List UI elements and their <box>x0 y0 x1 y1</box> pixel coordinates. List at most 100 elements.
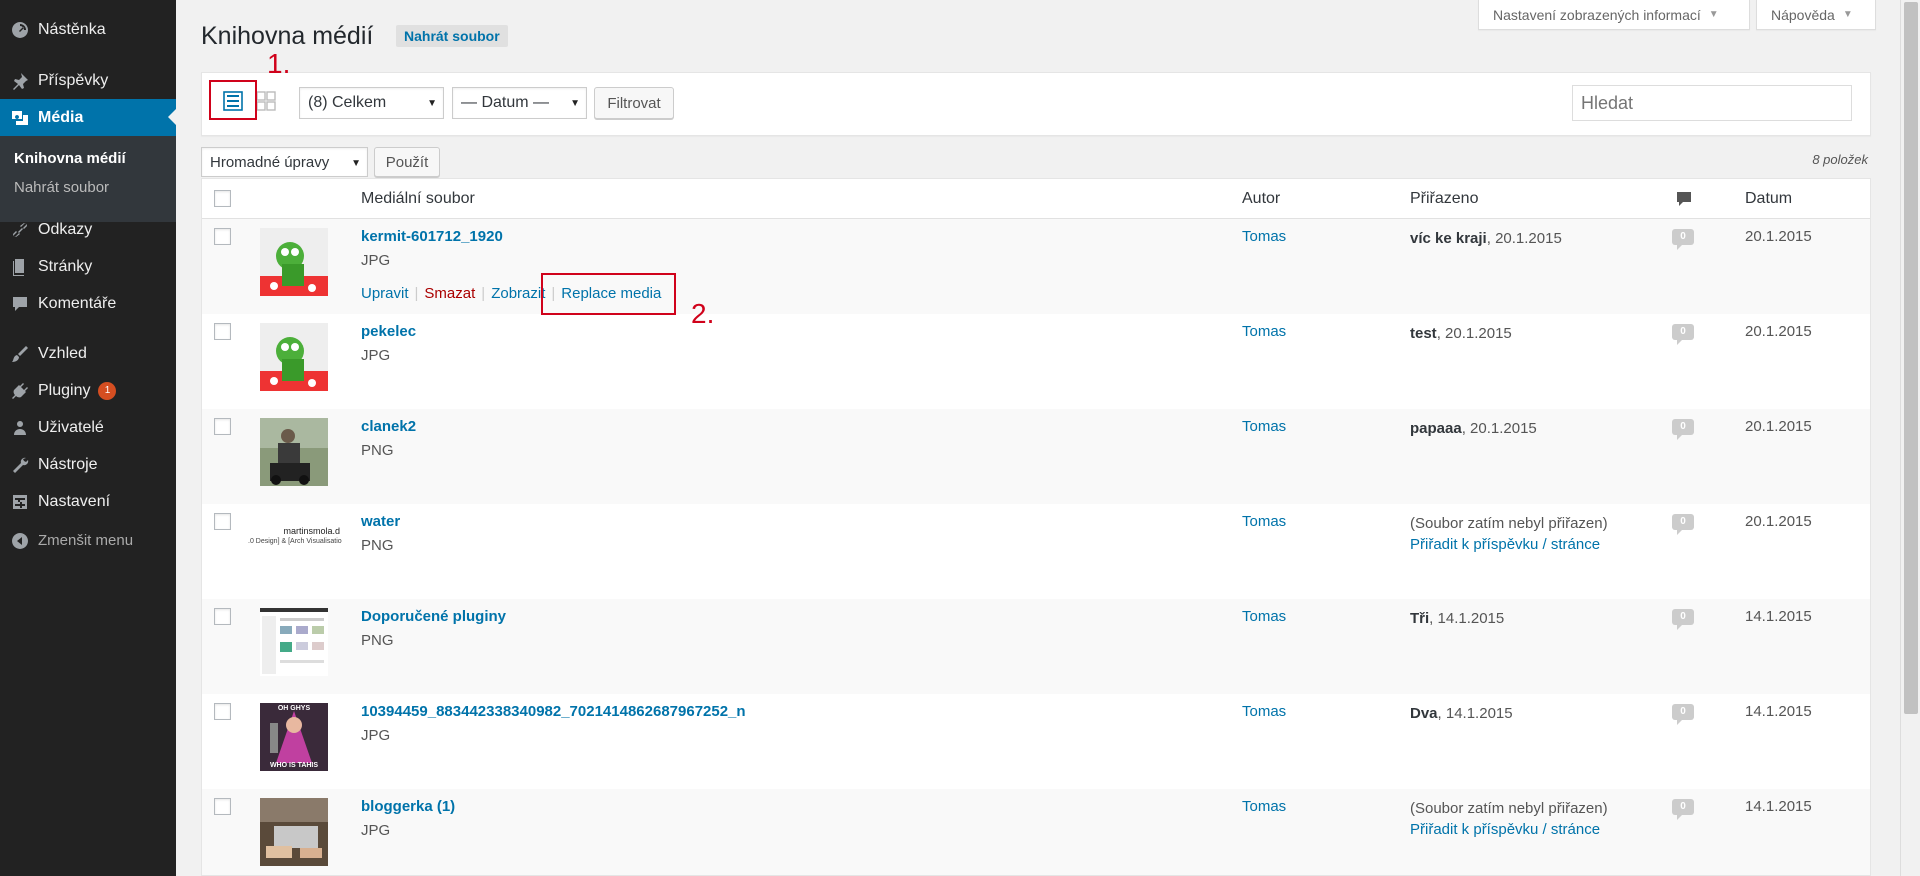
select-all-checkbox[interactable] <box>214 190 231 207</box>
annotation-box-replace-media <box>541 273 676 315</box>
media-type: JPG <box>361 727 391 744</box>
date-select[interactable]: — Datum — ▼ <box>452 87 587 119</box>
filter-button[interactable]: Filtrovat <box>594 87 674 119</box>
sidebar-item-label: Odkazy <box>38 220 93 238</box>
media-type-select[interactable]: (8) Celkem ▼ <box>299 87 444 119</box>
comment-count-badge[interactable]: 0 <box>1672 609 1694 630</box>
media-thumbnail[interactable] <box>260 798 328 866</box>
media-title-link[interactable]: pekelec <box>361 323 416 340</box>
sidebar-item-pages[interactable]: Stránky <box>0 248 176 285</box>
column-header-date[interactable]: Datum <box>1745 190 1792 208</box>
media-title-link[interactable]: 10394459_883442338340982_702141486268796… <box>361 703 746 720</box>
sidebar-item-links[interactable]: Odkazy <box>0 211 176 248</box>
screen-options-button[interactable]: Nastavení zobrazených informací ▼ <box>1478 0 1750 30</box>
media-title-link[interactable]: clanek2 <box>361 418 416 435</box>
attached-post-link[interactable]: Dva <box>1410 705 1438 722</box>
collapse-menu-button[interactable]: Zmenšit menu <box>0 522 176 559</box>
media-table: Mediální soubor Autor Přiřazeno Datum ke… <box>201 178 1871 876</box>
comment-column-icon[interactable] <box>1676 191 1692 212</box>
attached-date: , 20.1.2015 <box>1436 325 1512 342</box>
view-link[interactable]: Zobrazit <box>491 285 545 302</box>
row-checkbox[interactable] <box>214 418 231 435</box>
sidebar-item-dashboard[interactable]: Nástěnka <box>0 11 176 48</box>
row-checkbox[interactable] <box>214 798 231 815</box>
grid-view-icon[interactable] <box>256 91 276 111</box>
submenu-upload[interactable]: Nahrát soubor <box>14 179 109 196</box>
table-row: bloggerka (1) JPG Tomas (Soubor zatím ne… <box>202 789 1870 875</box>
row-checkbox[interactable] <box>214 513 231 530</box>
scrollbar-thumb[interactable] <box>1904 2 1918 714</box>
author-link[interactable]: Tomas <box>1242 323 1286 340</box>
sidebar-item-tools[interactable]: Nástroje <box>0 446 176 483</box>
dropdown-arrow-icon: ▼ <box>427 98 437 109</box>
comment-count-badge[interactable]: 0 <box>1672 799 1694 820</box>
attached-post-link[interactable]: test <box>1410 325 1437 342</box>
comment-count-badge[interactable]: 0 <box>1672 324 1694 345</box>
media-thumbnail[interactable]: martinsmola.d .0 Design] & [Arch Visuali… <box>248 522 344 562</box>
comment-count-badge[interactable]: 0 <box>1672 229 1694 250</box>
comment-count-badge[interactable]: 0 <box>1672 704 1694 725</box>
pin-icon <box>10 71 30 91</box>
row-checkbox[interactable] <box>214 703 231 720</box>
attached-post-link[interactable]: papaaa <box>1410 420 1462 437</box>
column-header-file[interactable]: Mediální soubor <box>361 190 475 208</box>
sidebar-item-comments[interactable]: Komentáře <box>0 285 176 322</box>
row-checkbox[interactable] <box>214 608 231 625</box>
sidebar-item-posts[interactable]: Příspěvky <box>0 62 176 99</box>
attached-post-link[interactable]: víc ke kraji <box>1410 230 1487 247</box>
upload-file-button[interactable]: Nahrát soubor <box>396 25 508 47</box>
page-scrollbar[interactable] <box>1900 0 1920 876</box>
sidebar-item-label: Nástěnka <box>38 20 106 38</box>
author-link[interactable]: Tomas <box>1242 798 1286 815</box>
media-title-link[interactable]: kermit-601712_1920 <box>361 228 503 245</box>
bulk-actions-select[interactable]: Hromadné úpravy ▼ <box>201 147 368 177</box>
row-checkbox[interactable] <box>214 323 231 340</box>
author-link[interactable]: Tomas <box>1242 513 1286 530</box>
sidebar-item-label: Média <box>38 108 84 126</box>
media-title-link[interactable]: water <box>361 513 400 530</box>
attached-to: Dva, 14.1.2015 <box>1410 703 1513 724</box>
author-link[interactable]: Tomas <box>1242 418 1286 435</box>
media-thumbnail[interactable] <box>260 323 328 391</box>
sidebar-item-label: Uživatelé <box>38 418 104 436</box>
comment-count-badge[interactable]: 0 <box>1672 514 1694 535</box>
author-link[interactable]: Tomas <box>1242 608 1286 625</box>
sidebar-item-plugins[interactable]: Pluginy 1 <box>0 372 176 409</box>
sidebar-item-label: Příspěvky <box>38 71 109 89</box>
sidebar-item-users[interactable]: Uživatelé <box>0 409 176 446</box>
search-input[interactable] <box>1572 85 1852 121</box>
media-thumbnail[interactable]: OH GHYS WHO IS TAHIS <box>260 703 328 771</box>
page-icon <box>10 257 30 277</box>
help-button[interactable]: Nápověda ▼ <box>1756 0 1876 30</box>
media-thumbnail[interactable] <box>260 228 328 296</box>
attach-link[interactable]: Přiřadit k příspěvku / stránce <box>1410 819 1608 840</box>
attached-to: test, 20.1.2015 <box>1410 323 1512 344</box>
submenu-library[interactable]: Knihovna médií <box>14 150 126 167</box>
media-title-link[interactable]: Doporučené pluginy <box>361 608 506 625</box>
author-link[interactable]: Tomas <box>1242 703 1286 720</box>
edit-link[interactable]: Upravit <box>361 285 409 302</box>
delete-link[interactable]: Smazat <box>424 285 475 302</box>
column-header-attached[interactable]: Přiřazeno <box>1410 190 1478 208</box>
table-row: OH GHYS WHO IS TAHIS 10394459_8834423383… <box>202 694 1870 789</box>
attached-post-link[interactable]: Tři <box>1410 610 1429 627</box>
sidebar-item-media[interactable]: Média <box>0 99 176 136</box>
brush-icon <box>10 344 30 364</box>
apply-button[interactable]: Použít <box>374 147 440 177</box>
unattached-note: (Soubor zatím nebyl přiřazen) <box>1410 515 1608 532</box>
row-checkbox[interactable] <box>214 228 231 245</box>
media-title-link[interactable]: bloggerka (1) <box>361 798 455 815</box>
media-thumbnail[interactable] <box>260 608 328 676</box>
sidebar-item-appearance[interactable]: Vzhled <box>0 335 176 372</box>
attach-link[interactable]: Přiřadit k příspěvku / stránce <box>1410 534 1608 555</box>
table-row: martinsmola.d .0 Design] & [Arch Visuali… <box>202 504 1870 599</box>
table-row: pekelec JPG Tomas test, 20.1.2015 0 20.1… <box>202 314 1870 409</box>
comment-count-badge[interactable]: 0 <box>1672 419 1694 440</box>
sidebar-item-settings[interactable]: Nastavení <box>0 483 176 520</box>
wrench-icon <box>10 455 30 475</box>
author-link[interactable]: Tomas <box>1242 228 1286 245</box>
upload-date: 14.1.2015 <box>1745 608 1812 625</box>
media-thumbnail[interactable] <box>260 418 328 486</box>
attached-date: , 20.1.2015 <box>1486 230 1562 247</box>
plugin-update-badge: 1 <box>98 381 117 400</box>
